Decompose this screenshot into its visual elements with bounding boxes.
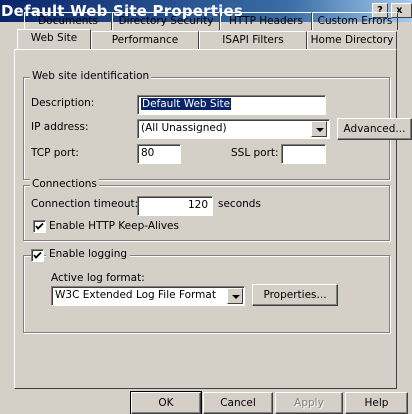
description-label: Description: (31, 97, 95, 109)
tab-http-headers[interactable]: HTTP Headers (220, 12, 312, 30)
connection-timeout-input[interactable]: 120 (137, 196, 213, 216)
tab-documents[interactable]: Documents (24, 12, 112, 30)
tab-isapi-filters[interactable]: ISAPI Filters (199, 31, 307, 49)
chevron-down-icon[interactable] (311, 121, 327, 137)
log-format-select[interactable]: W3C Extended Log File Format (51, 286, 245, 306)
connection-timeout-label: Connection timeout: (31, 198, 139, 210)
tcp-port-input[interactable]: 80 (137, 144, 181, 164)
checkmark-icon (35, 222, 44, 230)
tab-performance[interactable]: Performance (91, 31, 199, 49)
tab-custom-errors[interactable]: Custom Errors (312, 12, 398, 30)
ssl-port-label: SSL port: (231, 147, 279, 159)
enable-logging-checkbox[interactable] (31, 249, 44, 262)
ssl-port-input[interactable] (281, 144, 326, 164)
help-button[interactable]: Help (345, 392, 408, 414)
tab-home-directory[interactable]: Home Directory (307, 31, 397, 49)
checkmark-icon (33, 251, 42, 259)
enable-logging-label: Enable logging (46, 248, 131, 260)
keepalive-checkbox[interactable] (33, 220, 46, 233)
timeout-unit-label: seconds (218, 198, 261, 210)
cancel-button[interactable]: Cancel (203, 392, 273, 414)
description-value: Default Web Site (141, 98, 232, 110)
log-properties-button[interactable]: Properties... (252, 284, 338, 306)
log-format-label: Active log format: (51, 272, 145, 284)
tcp-port-value: 80 (141, 147, 155, 159)
ip-address-value: (All Unassigned) (141, 122, 227, 134)
identification-legend: Web site identification (30, 70, 152, 82)
log-format-value: W3C Extended Log File Format (55, 289, 216, 301)
connection-timeout-value: 120 (187, 199, 208, 211)
tab-web-site[interactable]: Web Site (17, 29, 91, 49)
ok-button[interactable]: OK (130, 391, 202, 414)
advanced-button[interactable]: Advanced... (337, 118, 412, 140)
description-input[interactable]: Default Web Site (137, 95, 326, 115)
chevron-down-icon[interactable] (227, 288, 243, 304)
ip-address-label: IP address: (31, 121, 89, 133)
properties-dialog: Default Web Site Properties ? x Document… (0, 0, 412, 414)
keepalive-label: Enable HTTP Keep-Alives (49, 220, 179, 232)
connections-legend: Connections (30, 178, 99, 190)
tab-directory-security[interactable]: Directory Security (112, 12, 220, 30)
tab-panel-web-site: Web site identification Description: Def… (14, 49, 412, 389)
apply-button[interactable]: Apply (275, 392, 343, 414)
ip-address-select[interactable]: (All Unassigned) (137, 119, 330, 139)
tcp-port-label: TCP port: (31, 147, 79, 159)
